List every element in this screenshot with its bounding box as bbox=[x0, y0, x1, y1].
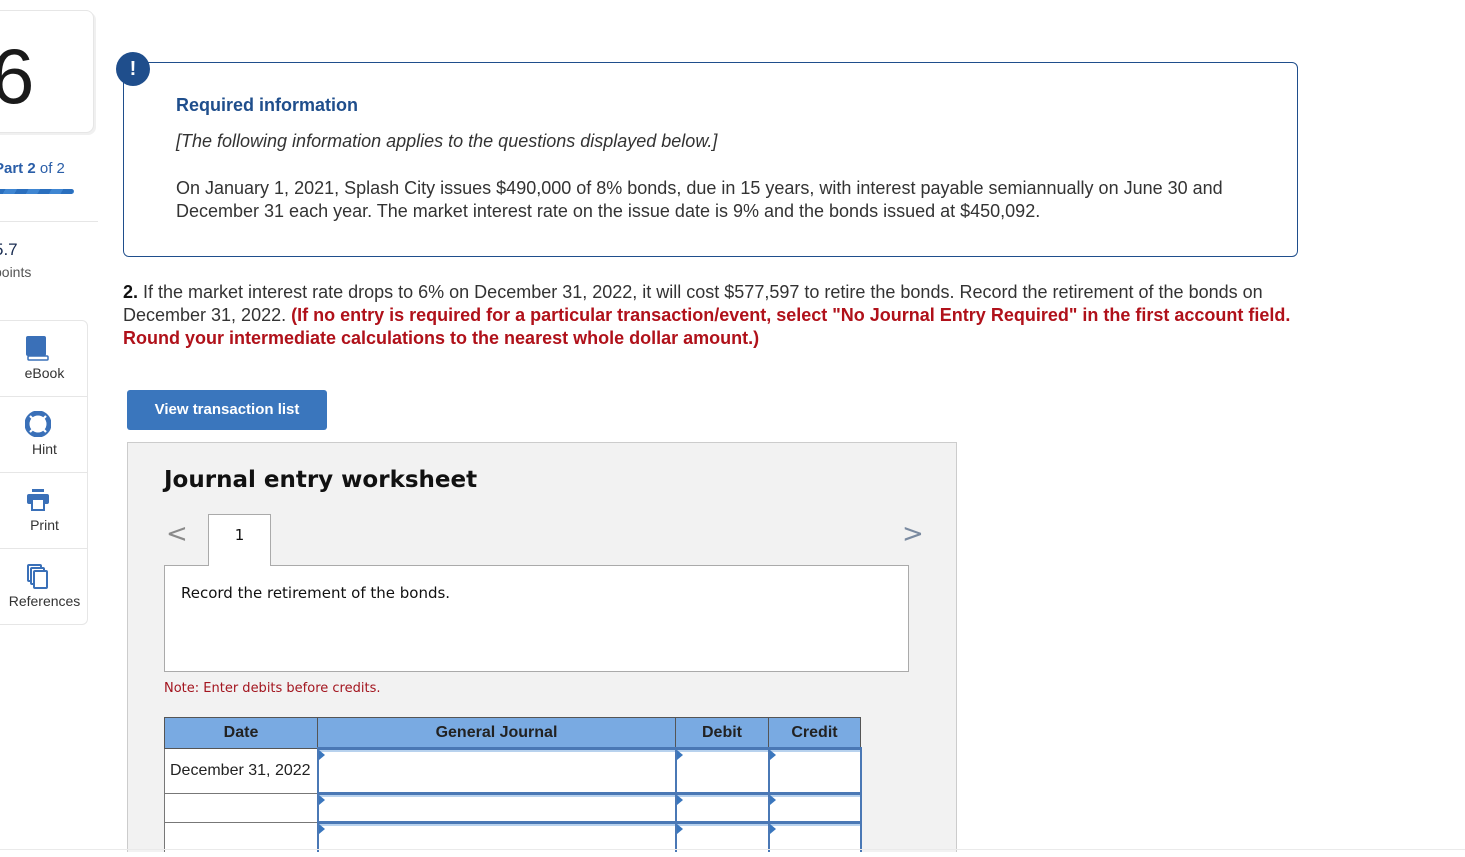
references-label: References bbox=[8, 593, 81, 609]
debit-cell[interactable] bbox=[674, 792, 770, 824]
page: 6 Part 2 of 2 5.7 points eBook Hint bbox=[0, 0, 1465, 857]
account-input[interactable] bbox=[318, 795, 675, 821]
column-header-date: Date bbox=[164, 717, 318, 749]
question-part-number: 2. bbox=[123, 282, 139, 302]
chevron-right-icon[interactable]: > bbox=[902, 519, 924, 549]
worksheet-title: Journal entry worksheet bbox=[164, 467, 478, 493]
column-header-credit: Credit bbox=[768, 717, 861, 749]
print-button[interactable]: Print bbox=[0, 473, 88, 549]
alert-icon: ! bbox=[116, 52, 150, 86]
printer-icon bbox=[27, 489, 49, 511]
part-indicator: Part 2 of 2 bbox=[0, 160, 65, 177]
column-header-debit: Debit bbox=[675, 717, 769, 749]
journal-row bbox=[164, 821, 862, 852]
dropdown-indicator-icon bbox=[318, 795, 325, 805]
copy-icon bbox=[27, 564, 48, 589]
debit-input[interactable] bbox=[676, 824, 768, 852]
journal-entry-worksheet: Journal entry worksheet < 1 > Record the… bbox=[127, 442, 957, 852]
debit-cell[interactable] bbox=[674, 821, 770, 852]
credit-cell[interactable] bbox=[767, 747, 862, 795]
journal-row bbox=[164, 792, 862, 824]
question-text: 2. If the market interest rate drops to … bbox=[123, 281, 1293, 350]
info-subtitle: [The following information applies to th… bbox=[176, 131, 718, 151]
transaction-description-box: Record the retirement of the bonds. bbox=[164, 565, 909, 672]
debit-input[interactable] bbox=[676, 795, 768, 821]
journal-row: December 31, 2022 bbox=[164, 747, 862, 795]
info-title: Required information bbox=[176, 95, 359, 115]
dropdown-indicator-icon bbox=[769, 750, 776, 760]
part-progress-bar bbox=[0, 189, 74, 194]
journal-header-row: Date General Journal Debit Credit bbox=[164, 717, 861, 749]
question-number-card: 6 bbox=[0, 10, 94, 133]
ebook-button[interactable]: eBook bbox=[0, 321, 88, 397]
part-total: of 2 bbox=[39, 160, 65, 177]
date-cell: December 31, 2022 bbox=[164, 748, 318, 794]
transaction-description: Record the retirement of the bonds. bbox=[181, 584, 451, 602]
account-input[interactable] bbox=[318, 750, 675, 792]
references-button[interactable]: References bbox=[0, 549, 88, 625]
part-label: Part bbox=[0, 160, 24, 177]
journal-table: Date General Journal Debit Credit Decemb… bbox=[164, 717, 862, 852]
dropdown-indicator-icon bbox=[769, 795, 776, 805]
worksheet-note: Note: Enter debits before credits. bbox=[164, 681, 381, 696]
credit-input[interactable] bbox=[769, 750, 860, 792]
dropdown-indicator-icon bbox=[318, 824, 325, 834]
account-cell[interactable] bbox=[316, 821, 677, 852]
hint-label: Hint bbox=[32, 441, 57, 457]
dropdown-indicator-icon bbox=[318, 750, 325, 760]
dropdown-indicator-icon bbox=[769, 824, 776, 834]
sidebar-divider bbox=[0, 221, 98, 222]
credit-input[interactable] bbox=[769, 824, 860, 852]
credit-cell[interactable] bbox=[767, 821, 862, 852]
info-body: On January 1, 2021, Splash City issues $… bbox=[176, 178, 1223, 221]
points-value: 5.7 bbox=[0, 240, 18, 259]
print-label: Print bbox=[30, 517, 59, 533]
hint-button[interactable]: Hint bbox=[0, 397, 88, 473]
chevron-left-icon[interactable]: < bbox=[166, 519, 188, 549]
account-cell[interactable] bbox=[316, 747, 677, 795]
question-instruction: (If no entry is required for a particula… bbox=[123, 305, 1291, 348]
ebook-label: eBook bbox=[24, 365, 65, 381]
question-number: 6 bbox=[0, 32, 35, 120]
worksheet-tab-1[interactable]: 1 bbox=[208, 514, 271, 566]
part-current: 2 bbox=[27, 160, 36, 177]
view-transaction-list-button[interactable]: View transaction list bbox=[127, 390, 327, 430]
page-bottom-divider bbox=[0, 849, 1465, 850]
points-label: points bbox=[0, 264, 32, 280]
debit-cell[interactable] bbox=[674, 747, 770, 795]
dropdown-indicator-icon bbox=[676, 824, 683, 834]
account-cell[interactable] bbox=[316, 792, 677, 824]
required-information-box bbox=[123, 62, 1298, 257]
book-icon bbox=[26, 336, 49, 361]
lifebuoy-icon bbox=[25, 411, 51, 437]
account-input[interactable] bbox=[318, 824, 675, 852]
dropdown-indicator-icon bbox=[676, 795, 683, 805]
credit-cell[interactable] bbox=[767, 792, 862, 824]
column-header-general-journal: General Journal bbox=[317, 717, 676, 749]
debit-input[interactable] bbox=[676, 750, 768, 792]
date-cell bbox=[164, 822, 318, 852]
date-cell bbox=[164, 793, 318, 823]
credit-input[interactable] bbox=[769, 795, 860, 821]
dropdown-indicator-icon bbox=[676, 750, 683, 760]
tools-panel: eBook Hint Print References bbox=[0, 320, 88, 625]
